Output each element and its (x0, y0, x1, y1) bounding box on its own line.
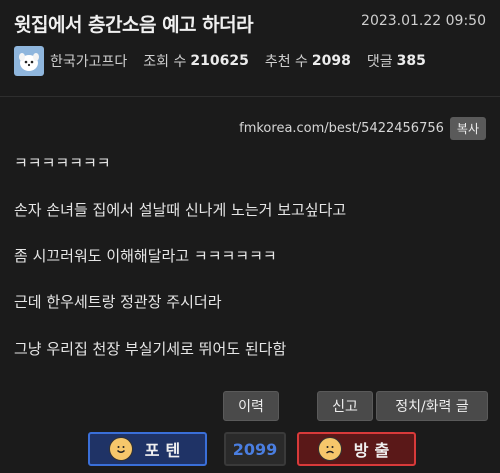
vote-count: 2099 (224, 432, 286, 466)
post-meta: 한국가고프다 조회 수 210625 추천 수 2098 댓글 385 (14, 46, 486, 76)
body-line-4: 근데 한우세트랑 정관장 주시더라 (14, 293, 222, 311)
body-line-1: ㅋㅋㅋㅋㅋㅋㅋ (14, 154, 111, 172)
smile-icon (108, 437, 133, 461)
views-label: 조회 수 (143, 54, 187, 70)
report-button[interactable]: 신고 (317, 391, 373, 421)
views-count: 210625 (190, 53, 249, 69)
down-vote-label: 방출 (353, 441, 396, 460)
url-row: fmkorea.com/best/5422456756 복사 (239, 117, 486, 140)
avatar[interactable] (14, 46, 44, 76)
author-name[interactable]: 한국가고프다 (50, 51, 127, 71)
history-button[interactable]: 이력 (223, 391, 279, 421)
post-date: 2023.01.22 09:50 (361, 13, 486, 29)
body-line-2: 손자 손녀들 집에서 설날때 신나게 노는거 보고싶다고 (14, 201, 347, 219)
post-title: 윗집에서 층간소음 예고 하더라 (14, 14, 254, 36)
down-vote-button[interactable]: 방출 (297, 432, 416, 466)
up-vote-button[interactable]: 포텐 (88, 432, 207, 466)
comments-label: 댓글 (366, 54, 393, 70)
body-line-5: 그냥 우리집 천장 부실기세로 뛰어도 된다함 (14, 340, 287, 358)
politics-button[interactable]: 정치/화력 글 (376, 391, 488, 421)
frown-icon (317, 437, 342, 461)
up-vote-label: 포텐 (144, 441, 187, 460)
recommend-count: 2098 (311, 53, 351, 69)
dog-avatar-icon (19, 53, 39, 71)
body-line-3: 좀 시끄러워도 이해해달라고 ㅋㅋㅋㅋㅋㅋ (14, 247, 277, 265)
comments-count: 385 (396, 53, 426, 69)
post-url[interactable]: fmkorea.com/best/5422456756 (239, 121, 444, 136)
divider (0, 96, 500, 97)
recommend-label: 추천 수 (264, 54, 308, 70)
copy-button[interactable]: 복사 (449, 117, 486, 140)
